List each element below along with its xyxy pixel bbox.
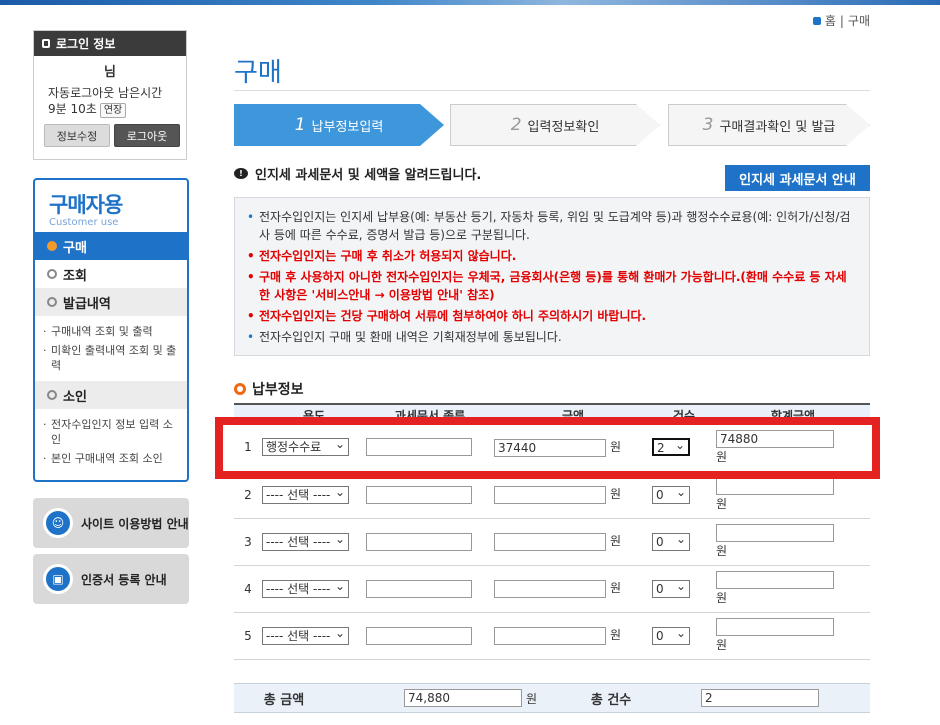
sidebar-subitem-stamp-info[interactable]: 전자수입인지 정보 입력 소인 [35, 415, 187, 449]
unit-label: 원 [716, 591, 728, 605]
doc-type-input[interactable] [366, 579, 472, 598]
step-2: 2 입력정보확인 [450, 104, 660, 146]
count-select[interactable]: 0 [652, 578, 690, 598]
lock-icon [42, 39, 50, 48]
notice-item-warning: 전자수입인지는 구매 후 취소가 허용되지 않습니다. [247, 247, 857, 265]
amount-input[interactable] [494, 532, 606, 551]
guide-icon: ☺ [43, 508, 73, 538]
amount-input[interactable] [494, 485, 606, 504]
breadcrumb-home[interactable]: 홈 [825, 12, 836, 29]
total-input[interactable] [716, 477, 834, 495]
doc-type-input[interactable] [366, 626, 472, 645]
step-3: 3 구매결과확인 및 발급 [668, 104, 870, 146]
unit-label: 원 [610, 487, 622, 502]
total-input[interactable] [716, 618, 834, 636]
breadcrumb: 홈 | 구매 [812, 12, 870, 29]
notice-item: 전자수입인지는 인지세 납부용(예: 부동산 등기, 자동차 등록, 위임 및 … [247, 208, 857, 244]
logout-button[interactable]: 로그아웃 [114, 124, 180, 147]
sidebar-subitem-unconfirmed-output[interactable]: 미확인 출력내역 조회 및 출력 [35, 341, 187, 375]
sidebar-subitem-own-history[interactable]: 본인 구매내역 조회 소인 [35, 449, 187, 468]
circle-bullet-icon [234, 383, 246, 395]
sidebar-menu: 구매자용 Customer use 구매 조회 발급내역 구매내역 조회 및 출… [33, 178, 189, 482]
top-color-bar [0, 0, 940, 5]
unit-label: 원 [610, 534, 622, 549]
totals-row: 총 금액 74,880 원 총 건수 2 [234, 683, 870, 713]
total-amount-label: 총 금액 [263, 692, 305, 708]
page-title: 구매 [234, 58, 282, 88]
amount-input[interactable] [494, 579, 606, 598]
bullet-icon [47, 390, 57, 400]
bullet-icon [47, 269, 57, 279]
user-name: 님 [104, 65, 116, 80]
amount-input[interactable] [494, 626, 606, 645]
auto-logout-label: 자동로그아웃 남은시간 [48, 86, 163, 100]
unit-label: 원 [610, 628, 622, 643]
doc-type-input[interactable] [366, 485, 472, 504]
sidebar-item-issue-history[interactable]: 발급내역 [35, 288, 187, 316]
table-row: 3 ---- 선택 ---- 원 0 원 [234, 518, 870, 566]
count-select[interactable]: 0 [652, 625, 690, 645]
sidebar-item-refund[interactable]: 소인 [35, 381, 187, 409]
purpose-select[interactable]: ---- 선택 ---- [262, 531, 349, 551]
count-select[interactable]: 0 [652, 484, 690, 504]
auto-logout-info: 자동로그아웃 남은시간 9분 10초 연장 [34, 79, 186, 118]
total-input[interactable] [716, 571, 834, 589]
row-number: 3 [234, 518, 262, 566]
count-select[interactable]: 0 [652, 531, 690, 551]
sidebar-title: 구매자용 [49, 193, 123, 217]
purpose-select[interactable]: ---- 선택 ---- [262, 625, 349, 645]
login-info-header: 로그인 정보 [34, 31, 186, 56]
auto-logout-time: 9분 10초 [48, 102, 97, 116]
login-info-title: 로그인 정보 [56, 37, 116, 51]
table-row: 4 ---- 선택 ---- 원 0 원 [234, 565, 870, 613]
row-number: 4 [234, 565, 262, 613]
login-info-box: 로그인 정보 님 자동로그아웃 남은시간 9분 10초 연장 정보수정 로그아웃 [33, 30, 187, 160]
doc-type-input[interactable] [366, 532, 472, 551]
sidebar-item-inquiry[interactable]: 조회 [35, 260, 187, 288]
bullet-icon [47, 241, 57, 251]
total-count-input[interactable]: 2 [701, 689, 820, 707]
notice-box: 전자수입인지는 인지세 납부용(예: 부동산 등기, 자동차 등록, 위임 및 … [234, 197, 870, 356]
unit-label: 원 [610, 581, 622, 596]
unit-label: 원 [716, 638, 728, 652]
notice-item-warning: 전자수입인지는 건당 구매하여 서류에 첨부하여야 하니 주의하시기 바랍니다. [247, 307, 857, 325]
sidebar-item-purchase[interactable]: 구매 [35, 232, 187, 260]
total-input[interactable] [716, 524, 834, 542]
sidebar-subitem-purchase-history[interactable]: 구매내역 조회 및 출력 [35, 322, 187, 341]
site-guide-banner[interactable]: ☺ 사이트 이용방법 안내 [33, 498, 189, 548]
sidebar-subtitle: Customer use [49, 217, 119, 228]
unit-label: 원 [716, 544, 728, 558]
total-amount-input[interactable]: 74,880 [404, 689, 522, 707]
cert-guide-banner[interactable]: ▣ 인증서 등록 안내 [33, 554, 189, 604]
purpose-select[interactable]: ---- 선택 ---- [262, 578, 349, 598]
unit-label: 원 [716, 497, 728, 511]
row-number: 5 [234, 612, 262, 660]
purpose-select[interactable]: ---- 선택 ---- [262, 484, 349, 504]
notice-item: 전자수입인지 구매 및 환매 내역은 기획재정부에 통보됩니다. [247, 328, 857, 346]
edit-info-button[interactable]: 정보수정 [44, 124, 110, 147]
highlight-box [215, 417, 880, 479]
breadcrumb-current: 구매 [847, 14, 870, 28]
table-row: 5 ---- 선택 ---- 원 0 원 [234, 612, 870, 660]
lock-icon: ▣ [43, 564, 73, 594]
speech-bubble-icon: ! [234, 168, 248, 179]
notice-heading: ! 인지세 과세문서 및 세액을 알려드립니다. [234, 164, 481, 183]
total-count-label: 총 건수 [590, 692, 632, 708]
notice-item-warning: 구매 후 사용하지 아니한 전자수입인지는 우체국, 금융회사(은행 등)를 통… [247, 268, 857, 304]
payment-section-title: 납부정보 [234, 379, 304, 399]
home-icon [812, 16, 821, 25]
title-divider [234, 90, 870, 91]
extend-button[interactable]: 연장 [99, 103, 127, 118]
unit-label: 원 [526, 691, 538, 706]
tax-document-guide-button[interactable]: 인지세 과세문서 안내 [725, 165, 870, 191]
step-1: 1 납부정보입력 [234, 104, 444, 146]
bullet-icon [47, 297, 57, 307]
